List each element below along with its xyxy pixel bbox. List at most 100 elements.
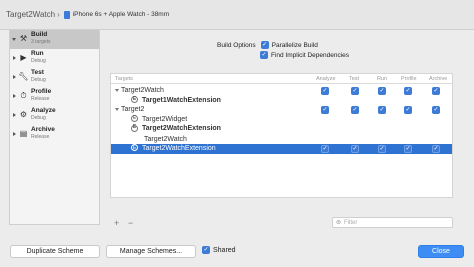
sidebar-item-run[interactable]: ▶ Run Debug	[10, 49, 99, 68]
table-row[interactable]: E Target1WatchExtension	[111, 96, 452, 106]
parallelize-checkbox[interactable]: ✓	[260, 41, 269, 49]
implicit-deps-row: ✓ Find Implicit Dependencies	[260, 51, 349, 59]
remove-target-button[interactable]: −	[128, 218, 138, 228]
wrench-icon: 🔧︎	[18, 72, 29, 81]
run-checkbox[interactable]: ✓	[378, 144, 386, 153]
build-options-label: Build Options	[217, 41, 256, 49]
build-options-row: Build Options ✓ Parallelize Build	[217, 41, 318, 49]
sidebar-item-subtitle: Release	[31, 96, 50, 102]
disclosure-triangle-icon[interactable]	[115, 107, 119, 111]
table-header: Targets Analyze Test Run Profile Archive	[111, 74, 452, 84]
filter-placeholder: Filter	[344, 219, 358, 226]
table-row[interactable]: Target2 ✓ ✓ ✓ ✓ ✓	[111, 105, 452, 115]
disclosure-triangle-icon[interactable]	[115, 88, 119, 92]
analyze-checkbox[interactable]: ✓	[321, 106, 329, 114]
table-row-selected[interactable]: Target2Watch	[111, 134, 452, 144]
sidebar-item-test[interactable]: 🔧︎ Test Debug	[10, 68, 99, 87]
shared-option: ✓ Shared	[202, 246, 236, 254]
sidebar-item-profile[interactable]: ⏱ Profile Release	[10, 87, 99, 106]
sidebar-item-subtitle: Debug	[31, 77, 46, 83]
column-header-archive: Archive	[429, 76, 448, 82]
extension-icon: E	[131, 95, 138, 104]
profile-checkbox[interactable]: ✓	[404, 106, 412, 114]
target-name: Target2Watch	[121, 87, 164, 94]
implicit-deps-checkbox[interactable]: ✓	[260, 51, 268, 59]
sidebar-item-title: Analyze	[31, 107, 56, 114]
sidebar-item-subtitle: Release	[31, 134, 50, 140]
analyze-checkbox[interactable]: ✓	[321, 144, 329, 153]
test-checkbox[interactable]: ✓	[351, 87, 359, 95]
extension-icon: E	[131, 124, 138, 132]
sidebar-item-title: Test	[31, 69, 44, 76]
disclosure-triangle-icon[interactable]	[13, 56, 16, 60]
sidebar-item-archive[interactable]: ▤ Archive Release	[10, 125, 99, 144]
extension-icon: E	[131, 114, 138, 123]
sidebar-item-title: Archive	[31, 126, 55, 133]
disclosure-triangle-icon[interactable]	[13, 113, 16, 117]
table-row[interactable]: E Target2WatchExtension	[111, 124, 452, 134]
sidebar-item-build[interactable]: ⚒ Build 3 targets	[10, 30, 99, 49]
bottom-bar: Duplicate Scheme Manage Schemes... ✓ Sha…	[0, 240, 474, 267]
destination-selector[interactable]: iPhone 6s + Apple Watch - 38mm	[63, 10, 170, 19]
sidebar-item-title: Profile	[31, 88, 52, 95]
disclosure-triangle-icon[interactable]	[12, 38, 16, 41]
column-header-profile: Profile	[401, 76, 417, 82]
parallelize-label: Parallelize Build	[271, 41, 318, 49]
test-checkbox[interactable]: ✓	[351, 144, 359, 153]
scheme-actions-sidebar: ⚒ Build 3 targets ▶ Run Debug 🔧︎ Test De…	[9, 30, 100, 225]
test-checkbox[interactable]: ✓	[351, 106, 359, 114]
archive-checkbox[interactable]: ✓	[432, 87, 440, 95]
implicit-deps-label: Find Implicit Dependencies	[271, 51, 350, 59]
title-bar: Target2Watch › iPhone 6s + Apple Watch -…	[0, 0, 474, 30]
shared-checkbox[interactable]: ✓	[202, 246, 210, 254]
target-name: Target2WatchExtension	[142, 125, 221, 132]
manage-schemes-button[interactable]: Manage Schemes...	[106, 245, 196, 258]
disclosure-triangle-icon[interactable]	[13, 132, 16, 136]
hammer-icon: ⚒	[19, 34, 28, 43]
sidebar-item-subtitle: 3 targets	[31, 39, 51, 45]
device-icon	[63, 10, 70, 19]
run-checkbox[interactable]: ✓	[378, 87, 386, 95]
add-target-button[interactable]: +	[114, 218, 124, 228]
profile-checkbox[interactable]: ✓	[404, 87, 412, 95]
table-row[interactable]: E Target2Widget	[111, 115, 452, 125]
table-row-selected-highlight[interactable]: E Target2WatchExtension ✓ ✓ ✓ ✓ ✓	[111, 143, 452, 154]
target-name: Target1WatchExtension	[142, 96, 221, 104]
chevron-right-icon: ›	[57, 10, 60, 19]
profile-checkbox[interactable]: ✓	[404, 144, 412, 153]
column-header-test: Test	[349, 76, 360, 82]
table-footer: + − ⊜ Filter	[110, 217, 453, 229]
column-header-analyze: Analyze	[316, 76, 336, 82]
table-row[interactable]: Target2Watch ✓ ✓ ✓ ✓ ✓	[111, 86, 452, 96]
target-name: Target2	[121, 106, 145, 113]
sidebar-item-analyze[interactable]: ⚙ Analyze Debug	[10, 106, 99, 125]
targets-table: Targets Analyze Test Run Profile Archive…	[110, 73, 453, 198]
duplicate-scheme-button[interactable]: Duplicate Scheme	[10, 245, 100, 258]
play-icon: ▶	[20, 53, 27, 62]
sidebar-item-title: Build	[31, 31, 48, 38]
run-checkbox[interactable]: ✓	[378, 106, 386, 114]
sidebar-item-subtitle: Debug	[31, 115, 46, 121]
disclosure-triangle-icon[interactable]	[13, 94, 16, 98]
filter-icon: ⊜	[336, 220, 342, 226]
build-settings-panel: Build Options ✓ Parallelize Build ✓ Find…	[100, 30, 462, 230]
extension-icon: E	[131, 144, 138, 152]
archive-checkbox[interactable]: ✓	[432, 144, 440, 153]
shared-label: Shared	[213, 246, 236, 254]
archive-icon: ▤	[19, 129, 28, 138]
disclosure-triangle-icon[interactable]	[13, 75, 16, 79]
analyze-icon: ⚙	[19, 110, 28, 119]
filter-field[interactable]: ⊜ Filter	[332, 217, 453, 228]
sidebar-item-subtitle: Debug	[31, 58, 46, 64]
analyze-checkbox[interactable]: ✓	[321, 87, 329, 95]
column-header-run: Run	[377, 76, 388, 82]
gauge-icon: ⏱	[20, 90, 27, 100]
column-header-targets: Targets	[115, 76, 134, 82]
target-name-line2: Target2WatchExtension	[142, 144, 216, 152]
sidebar-item-title: Run	[31, 50, 44, 57]
target-name: Target2Widget	[142, 115, 188, 123]
close-button[interactable]: Close	[418, 245, 464, 258]
destination-label: iPhone 6s + Apple Watch - 38mm	[72, 11, 170, 18]
archive-checkbox[interactable]: ✓	[432, 106, 440, 114]
scheme-selector[interactable]: Target2Watch	[6, 10, 55, 19]
